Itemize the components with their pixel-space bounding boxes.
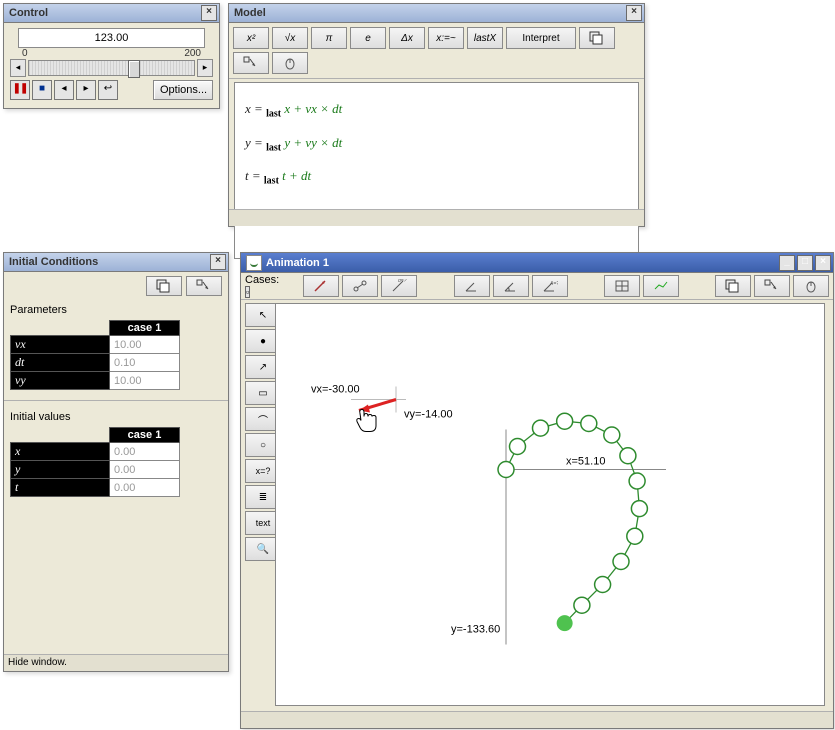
- close-icon[interactable]: ×: [210, 254, 226, 270]
- x-label: x=51.10: [566, 456, 605, 468]
- delta-x-button[interactable]: Δx: [389, 27, 425, 49]
- param-vy-input[interactable]: 10.00: [110, 372, 180, 390]
- step-forward-button[interactable]: ▸: [76, 80, 96, 100]
- animation-app-icon: [246, 255, 262, 271]
- pi-button[interactable]: π: [311, 27, 347, 49]
- animation-left-toolbar: ↖ ● ↗ ▭ ⌒ ○ x=? ≣ text 🔍: [245, 303, 271, 561]
- angle3-tool-icon[interactable]: A=?: [532, 275, 568, 297]
- angle2-tool-icon[interactable]: [493, 275, 529, 297]
- cases-dropdown[interactable]: ▫: [245, 286, 250, 298]
- cases-label: Cases:: [245, 274, 279, 286]
- connect-icon[interactable]: [186, 276, 222, 296]
- init-y-input[interactable]: 0.00: [110, 461, 180, 479]
- case-header: case 1: [110, 428, 180, 443]
- trajectory-plot: x=51.10 y=-133.60 vx=-30.00 vy=-14.00: [276, 304, 824, 705]
- table-row: vx 10.00: [11, 336, 180, 354]
- vx-label: vx=-30.00: [311, 384, 360, 396]
- initial-values-section: Initial values case 1 x 0.00 y 0.00 t 0.…: [4, 407, 228, 501]
- vector-tool-icon[interactable]: [303, 275, 339, 297]
- parameters-table: case 1 vx 10.00 dt 0.10 vy 10.00: [10, 320, 180, 390]
- equation-line: t = last t + dt: [245, 160, 628, 194]
- initial-statusbar: Hide window.: [4, 654, 228, 671]
- model-toolbar: x² √x π e Δx x:=~ lastX Interpret: [229, 23, 644, 79]
- connect-icon[interactable]: [754, 275, 790, 297]
- e-button[interactable]: e: [350, 27, 386, 49]
- svg-text:d=?: d=?: [398, 279, 407, 284]
- options-button[interactable]: Options...: [153, 80, 213, 100]
- vy-label: vy=-14.00: [404, 409, 453, 421]
- equation-line: y = last y + vy × dt: [245, 127, 628, 161]
- connect-icon[interactable]: [233, 52, 269, 74]
- initial-conditions-window: Initial Conditions × Parameters case 1 v…: [3, 252, 229, 672]
- parameters-section: Parameters case 1 vx 10.00 dt 0.10 vy 10…: [4, 300, 228, 394]
- time-readout: 123.00: [18, 28, 205, 48]
- y-label: y=-133.60: [451, 624, 500, 636]
- model-window: Model × x² √x π e Δx x:=~ lastX Interpre…: [228, 3, 645, 227]
- minimize-icon[interactable]: _: [779, 255, 795, 271]
- init-t-input[interactable]: 0.00: [110, 479, 180, 497]
- table-row: vy 10.00: [11, 372, 180, 390]
- control-title: Control: [9, 7, 48, 19]
- equation-line: x = last x + vx × dt: [245, 93, 628, 127]
- measure-tool-icon[interactable]: [342, 275, 378, 297]
- svg-text:A=?: A=?: [549, 281, 558, 287]
- interpret-button[interactable]: Interpret: [506, 27, 576, 49]
- animation-titlebar[interactable]: Animation 1 _ □ ×: [241, 253, 833, 273]
- ruler-tool-icon[interactable]: d=?: [381, 275, 417, 297]
- assign-button[interactable]: x:=~: [428, 27, 464, 49]
- control-titlebar[interactable]: Control ×: [4, 4, 219, 23]
- mouse-icon[interactable]: [272, 52, 308, 74]
- copy-icon[interactable]: [579, 27, 615, 49]
- velocity-vector[interactable]: vx=-30.00 vy=-14.00: [311, 384, 453, 432]
- copy-icon[interactable]: [146, 276, 182, 296]
- table-row: dt 0.10: [11, 354, 180, 372]
- model-title: Model: [234, 7, 266, 19]
- angle1-tool-icon[interactable]: [454, 275, 490, 297]
- pause-button[interactable]: ❚❚: [10, 80, 30, 100]
- table-row: y 0.00: [11, 461, 180, 479]
- maximize-icon[interactable]: □: [797, 255, 813, 271]
- model-statusbar: [229, 209, 644, 226]
- parameters-heading: Parameters: [10, 304, 222, 316]
- grid-tool-icon[interactable]: [604, 275, 640, 297]
- init-x-input[interactable]: 0.00: [110, 443, 180, 461]
- slider-thumb[interactable]: [128, 60, 140, 78]
- return-button[interactable]: ↩: [98, 80, 118, 100]
- animation-toolbar: Cases: ▫ d=? A=?: [241, 273, 833, 300]
- slider-right-button[interactable]: ▸: [197, 59, 213, 77]
- sqrt-button[interactable]: √x: [272, 27, 308, 49]
- initial-title: Initial Conditions: [9, 256, 98, 268]
- animation-title: Animation 1: [266, 257, 329, 269]
- param-dt-input[interactable]: 0.10: [110, 354, 180, 372]
- time-slider[interactable]: [28, 60, 195, 76]
- close-icon[interactable]: ×: [201, 5, 217, 21]
- mouse-icon[interactable]: [793, 275, 829, 297]
- step-back-button[interactable]: ◂: [54, 80, 74, 100]
- table-row: t 0.00: [11, 479, 180, 497]
- slider-left-button[interactable]: ◂: [10, 59, 26, 77]
- case-header: case 1: [110, 321, 180, 336]
- initial-values-table: case 1 x 0.00 y 0.00 t 0.00: [10, 427, 180, 497]
- model-editor[interactable]: x = last x + vx × dt y = last y + vy × d…: [234, 82, 639, 259]
- squared-button[interactable]: x²: [233, 27, 269, 49]
- model-titlebar[interactable]: Model ×: [229, 4, 644, 23]
- animation-window: Animation 1 _ □ × Cases: ▫ d=? A=?: [240, 252, 834, 729]
- stop-button[interactable]: ■: [32, 80, 52, 100]
- close-icon[interactable]: ×: [626, 5, 642, 21]
- chart-tool-icon[interactable]: [643, 275, 679, 297]
- trajectory-series: [498, 413, 647, 631]
- close-icon[interactable]: ×: [815, 255, 831, 271]
- param-vx-input[interactable]: 10.00: [110, 336, 180, 354]
- initial-values-heading: Initial values: [10, 411, 222, 423]
- scale-max: 200: [184, 48, 201, 59]
- scale-min: 0: [22, 48, 28, 59]
- animation-statusbar: [241, 711, 833, 728]
- table-row: x 0.00: [11, 443, 180, 461]
- control-window: Control × 123.00 0 200 ◂ ▸ ❚❚ ■ ◂ ▸ ↩ Op…: [3, 3, 220, 109]
- last-button[interactable]: lastX: [467, 27, 503, 49]
- copy-icon[interactable]: [715, 275, 751, 297]
- animation-canvas[interactable]: x=51.10 y=-133.60 vx=-30.00 vy=-14.00: [275, 303, 825, 706]
- initial-titlebar[interactable]: Initial Conditions ×: [4, 253, 228, 272]
